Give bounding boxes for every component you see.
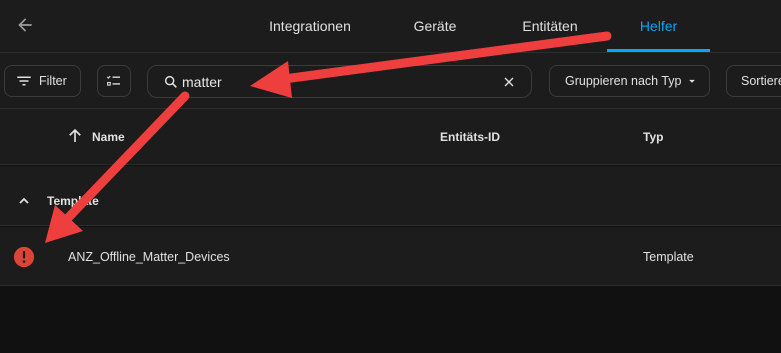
group-header-row[interactable]: Template — [0, 166, 781, 226]
table-row[interactable]: ANZ_Offline_Matter_Devices Template — [0, 227, 781, 286]
checklist-icon — [106, 75, 120, 86]
search-icon — [164, 75, 177, 88]
group-by-label: Gruppieren nach Typ — [565, 74, 682, 88]
tab-geraete[interactable]: Geräte — [395, 0, 475, 52]
error-status-icon — [13, 246, 35, 268]
top-navigation-bar: Integrationen Geräte Entitäten Helfer — [0, 0, 781, 53]
search-field[interactable] — [147, 65, 532, 98]
group-by-dropdown[interactable]: Gruppieren nach Typ — [549, 65, 710, 97]
chevron-up-icon[interactable] — [16, 193, 32, 209]
sort-ascending-icon[interactable] — [66, 127, 84, 145]
select-mode-button[interactable] — [97, 65, 131, 97]
sort-label: Sortieren — [741, 74, 781, 88]
column-header-name[interactable]: Name — [92, 130, 125, 144]
tab-integrationen[interactable]: Integrationen — [255, 0, 365, 52]
back-button[interactable] — [10, 10, 40, 40]
arrow-left-icon — [18, 18, 32, 32]
tab-entitaeten[interactable]: Entitäten — [505, 0, 595, 52]
column-header-entity-id[interactable]: Entitäts-ID — [440, 130, 500, 144]
clear-search-icon[interactable] — [501, 74, 517, 90]
filter-label: Filter — [39, 74, 67, 88]
dropdown-arrow-icon — [689, 79, 695, 83]
table-header: Name Entitäts-ID Typ — [0, 109, 781, 165]
search-input[interactable] — [182, 73, 482, 91]
filter-button[interactable]: Filter — [4, 65, 81, 97]
group-label: Template — [47, 194, 99, 208]
active-tab-indicator — [607, 49, 710, 52]
row-type: Template — [643, 250, 694, 264]
toolbar: Filter Gruppieren nach Typ Sortieren — [0, 53, 781, 109]
tab-helfer[interactable]: Helfer — [607, 0, 710, 52]
row-name: ANZ_Offline_Matter_Devices — [68, 250, 230, 264]
sort-button[interactable]: Sortieren — [726, 65, 781, 97]
column-header-type[interactable]: Typ — [643, 130, 663, 144]
filter-icon — [17, 76, 31, 86]
